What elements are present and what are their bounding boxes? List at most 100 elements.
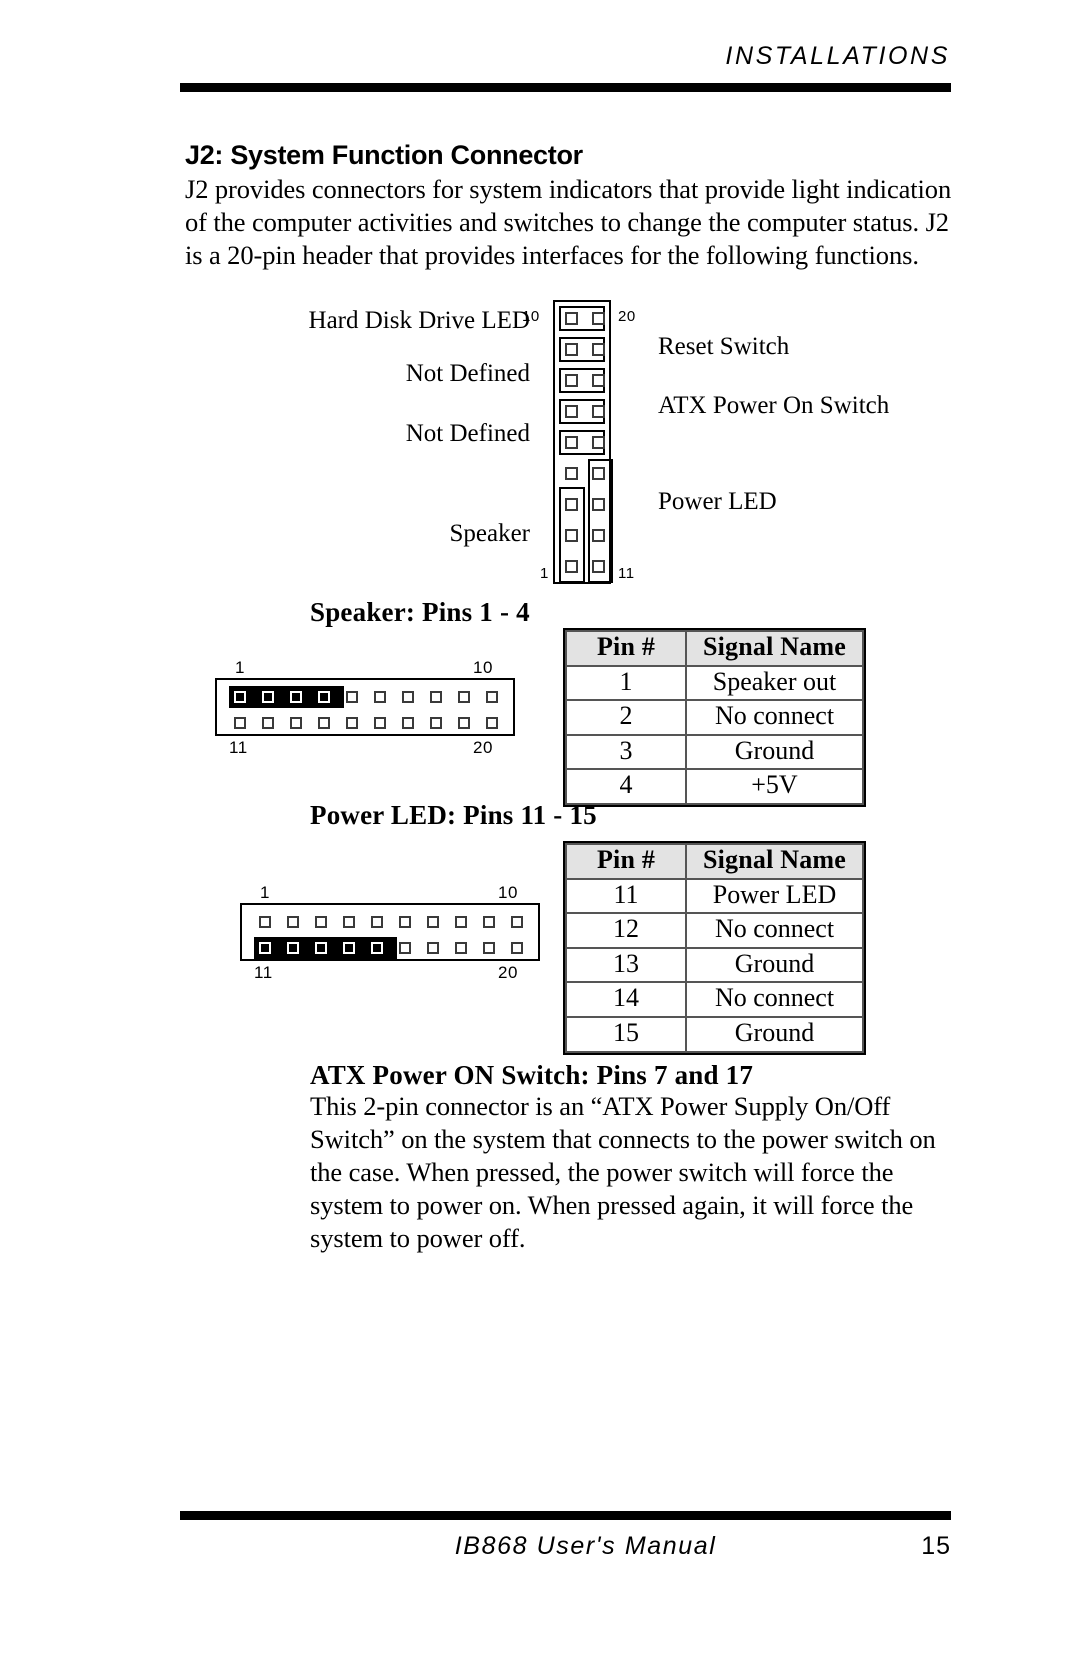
j2-pin-13	[592, 529, 605, 542]
speaker-row-1-signal: No connect	[685, 699, 864, 736]
power-led-row-1-pin: 12	[565, 912, 687, 949]
j2-pin-8	[565, 374, 578, 387]
page-title: J2: System Function Connector	[185, 140, 583, 170]
j2-pin-number-1: 1	[540, 565, 549, 582]
speaker-pin-3	[290, 691, 302, 703]
j2-left-label-hdd-led: Hard Disk Drive LED	[308, 307, 530, 334]
power-led-pin-2	[287, 916, 299, 928]
atx-heading: ATX Power ON Switch: Pins 7 and 17	[310, 1060, 754, 1090]
power-led-row-2-signal: Ground	[685, 946, 864, 984]
j2-pin-19	[592, 343, 605, 356]
speaker-row-0-pin: 1	[565, 664, 687, 702]
j2-pin-14	[592, 498, 605, 511]
speaker-row-3-signal: +5V	[685, 768, 864, 805]
speaker-pin-5	[346, 691, 358, 703]
speaker-pin-8	[430, 691, 442, 703]
speaker-table-col-signal: Signal Name	[685, 630, 864, 667]
j2-pin-18	[592, 374, 605, 387]
j2-right-label-reset-switch: Reset Switch	[658, 333, 790, 360]
power-led-pin-9	[483, 916, 495, 928]
table-row: 4 +5V	[565, 768, 864, 805]
power-led-pin-11	[259, 942, 271, 954]
atx-paragraph: This 2-pin connector is an “ATX Power Su…	[310, 1090, 936, 1255]
power-led-table-col-pin: Pin #	[565, 843, 687, 880]
page: INSTALLATIONS J2: System Function Connec…	[0, 0, 1080, 1669]
table-row: 12 No connect	[565, 912, 864, 949]
speaker-heading: Speaker: Pins 1 - 4	[310, 597, 530, 627]
speaker-pin-12	[262, 717, 274, 729]
header-rule	[180, 83, 951, 92]
atx-line-2: Switch” on the system that connects to t…	[310, 1124, 936, 1154]
speaker-pin-6	[374, 691, 386, 703]
power-led-pin-10	[511, 916, 523, 928]
j2-pin-17	[592, 405, 605, 418]
footer-page-number: 15	[921, 1532, 951, 1560]
power-led-pin-12	[287, 942, 299, 954]
speaker-pin-14	[318, 717, 330, 729]
power-led-heading: Power LED: Pins 11 - 15	[310, 800, 597, 830]
j2-pin-15	[592, 467, 605, 480]
intro-line-2: of the computer activities and switches …	[185, 207, 949, 237]
page-footer: IB868 User's Manual 15	[180, 1532, 951, 1561]
j2-pin-20	[592, 312, 605, 325]
speaker-pin-7	[402, 691, 414, 703]
speaker-row-3-pin: 4	[565, 768, 687, 805]
speaker-diagram-num-bottom-right: 20	[473, 738, 493, 757]
speaker-pin-table: Pin # Signal Name 1 Speaker out 2 No con…	[565, 630, 864, 805]
power-led-pin-19	[483, 942, 495, 954]
j2-pin-2	[565, 560, 578, 573]
j2-pin-number-10: 10	[522, 308, 540, 325]
speaker-diagram-num-top-left: 1	[235, 658, 245, 677]
table-row: 15 Ground	[565, 1015, 864, 1053]
power-led-diagram-num-top-left: 1	[260, 883, 270, 902]
table-row: 13 Ground	[565, 946, 864, 984]
j2-right-label-atx-power-on-switch: ATX Power On Switch	[658, 392, 890, 419]
power-led-row-1-signal: No connect	[685, 912, 864, 949]
power-led-pin-18	[455, 942, 467, 954]
atx-line-4: system to power on. When pressed again, …	[310, 1190, 914, 1220]
power-led-row-0-pin: 11	[565, 877, 687, 915]
power-led-pin-8	[455, 916, 467, 928]
speaker-pin-9	[458, 691, 470, 703]
speaker-row-2-signal: Ground	[685, 733, 864, 771]
speaker-pin-13	[290, 717, 302, 729]
power-led-pin-16	[399, 942, 411, 954]
power-led-pin-3	[315, 916, 327, 928]
power-led-diagram-num-bottom-right: 20	[498, 963, 518, 982]
speaker-row-1-pin: 2	[565, 699, 687, 736]
speaker-pin-18	[430, 717, 442, 729]
speaker-pin-17	[402, 717, 414, 729]
speaker-row-0-signal: Speaker out	[685, 664, 864, 702]
j2-left-label-speaker: Speaker	[449, 520, 530, 547]
intro-line-3: is a 20-pin header that provides interfa…	[185, 240, 919, 270]
speaker-diagram-num-bottom-left: 11	[229, 738, 248, 757]
power-led-pin-7	[427, 916, 439, 928]
speaker-table-col-pin: Pin #	[565, 630, 687, 667]
speaker-pin-4	[318, 691, 330, 703]
j2-pin-number-20: 20	[618, 308, 636, 325]
intro-line-1: J2 provides connectors for system indica…	[185, 174, 952, 204]
speaker-pin-15	[346, 717, 358, 729]
power-led-pin-20	[511, 942, 523, 954]
power-led-pin-6	[399, 916, 411, 928]
power-led-pin-15	[371, 942, 383, 954]
power-led-diagram-num-bottom-left: 11	[254, 963, 273, 982]
page-header-title: INSTALLATIONS	[725, 42, 950, 70]
atx-line-1: This 2-pin connector is an “ATX Power Su…	[310, 1091, 891, 1121]
speaker-diagram-num-top-right: 10	[473, 658, 493, 677]
j2-pin-10	[565, 312, 578, 325]
j2-right-label-power-led: Power LED	[658, 488, 777, 515]
table-row: 1 Speaker out	[565, 664, 864, 702]
speaker-pin-11	[234, 717, 246, 729]
speaker-row-2-pin: 3	[565, 733, 687, 771]
j2-pin-3	[565, 529, 578, 542]
j2-pin-16	[592, 436, 605, 449]
speaker-pin-16	[374, 717, 386, 729]
footer-manual-title: IB868 User's Manual	[454, 1532, 717, 1560]
power-led-row-4-pin: 15	[565, 1015, 687, 1053]
j2-pin-4	[565, 498, 578, 511]
j2-connector-diagram: Hard Disk Drive LED Not Defined Not Defi…	[300, 295, 900, 595]
power-led-row-4-signal: Ground	[685, 1015, 864, 1053]
atx-line-3: the case. When pressed, the power switch…	[310, 1157, 894, 1187]
power-led-row-3-signal: No connect	[685, 981, 864, 1018]
